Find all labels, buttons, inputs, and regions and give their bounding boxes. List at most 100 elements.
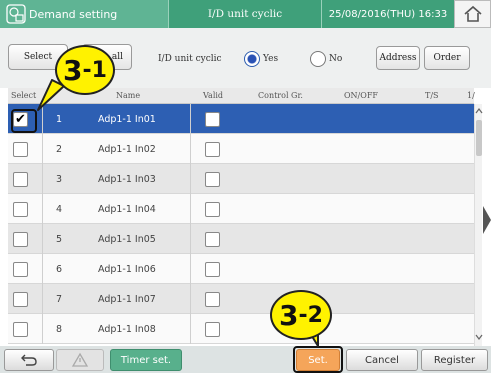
row-valid-checkbox[interactable] bbox=[205, 201, 220, 217]
callout-1-sub: -1 bbox=[82, 57, 107, 83]
col-name: Name bbox=[116, 91, 141, 100]
table-row[interactable]: 8 Adp1-1 In08 bbox=[8, 314, 474, 344]
table-scrollbar[interactable] bbox=[474, 104, 483, 346]
row-name: Adp1-1 In04 bbox=[98, 203, 156, 215]
row-number: 8 bbox=[56, 323, 63, 335]
row-number: 5 bbox=[56, 233, 63, 245]
row-name: Adp1-1 In07 bbox=[98, 293, 156, 305]
row-select-checkbox[interactable] bbox=[13, 231, 28, 247]
row-name: Adp1-1 In02 bbox=[98, 143, 156, 155]
header-bar: Demand setting I/D unit cyclic 25/08/201… bbox=[0, 0, 491, 28]
radio-yes[interactable] bbox=[244, 51, 260, 67]
home-button[interactable] bbox=[454, 0, 491, 28]
row-valid-cell bbox=[205, 254, 220, 284]
row-valid-checkbox[interactable] bbox=[205, 291, 220, 307]
row-name: Adp1-1 In01 bbox=[98, 113, 156, 125]
column-divider bbox=[42, 284, 43, 314]
alarm-button[interactable] bbox=[56, 349, 104, 371]
warning-icon bbox=[71, 352, 89, 367]
row-name: Adp1-1 In05 bbox=[98, 233, 156, 245]
row-number: 6 bbox=[56, 263, 63, 275]
table-row[interactable]: ✔ 1 Adp1-1 In01 bbox=[8, 104, 474, 134]
col-control-group: Control Gr. bbox=[258, 91, 303, 100]
register-button[interactable]: Register bbox=[421, 349, 488, 371]
row-valid-checkbox[interactable] bbox=[205, 231, 220, 247]
col-valid: Valid bbox=[203, 91, 224, 100]
header-datetime: 25/08/2016(THU) 16:33 bbox=[321, 0, 454, 28]
row-select-checkbox[interactable] bbox=[13, 141, 28, 157]
row-select-cell bbox=[13, 314, 28, 344]
column-divider bbox=[190, 104, 191, 134]
column-divider bbox=[190, 254, 191, 284]
back-button[interactable] bbox=[4, 349, 54, 371]
cancel-label: Cancel bbox=[365, 354, 399, 366]
column-divider bbox=[190, 134, 191, 164]
page-right-arrow-icon[interactable] bbox=[483, 206, 491, 234]
row-number: 2 bbox=[56, 143, 63, 155]
column-divider bbox=[42, 224, 43, 254]
radio-no-label: No bbox=[329, 54, 343, 64]
row-valid-cell bbox=[205, 134, 220, 164]
row-select-checkbox[interactable] bbox=[13, 261, 28, 277]
order-sort-button[interactable]: Order bbox=[424, 46, 470, 70]
col-on-off: ON/OFF bbox=[344, 91, 378, 100]
column-divider bbox=[42, 164, 43, 194]
col-extra: 1/ bbox=[467, 91, 475, 100]
cyclic-label: I/D unit cyclic bbox=[158, 54, 222, 64]
address-sort-button[interactable]: Address bbox=[376, 46, 420, 70]
unit-table: ✔ 1 Adp1-1 In01 2 Adp1-1 In02 3 Adp1-1 In03 4 Ad… bbox=[8, 104, 474, 346]
row-valid-checkbox[interactable] bbox=[205, 321, 220, 337]
callout-step-3-1: 3 -1 bbox=[55, 45, 115, 95]
table-row[interactable]: 3 Adp1-1 In03 bbox=[8, 164, 474, 194]
table-row[interactable]: 4 Adp1-1 In04 bbox=[8, 194, 474, 224]
row-select-checkbox[interactable] bbox=[13, 171, 28, 187]
row-valid-checkbox[interactable] bbox=[205, 261, 220, 277]
callout-2-number: 3 bbox=[279, 298, 299, 332]
order-sort-label: Order bbox=[433, 53, 461, 63]
callout-1-pointer bbox=[37, 79, 65, 111]
row-select-checkbox[interactable] bbox=[13, 291, 28, 307]
row-select-checkbox[interactable] bbox=[13, 201, 28, 217]
table-row[interactable]: 6 Adp1-1 In06 bbox=[8, 254, 474, 284]
timer-set-label: Timer set. bbox=[120, 354, 172, 366]
header-mode: I/D unit cyclic bbox=[168, 0, 321, 28]
row-select-checkbox[interactable] bbox=[13, 321, 28, 337]
footer-bar: Timer set. Set. Cancel Register bbox=[0, 346, 491, 373]
column-divider bbox=[42, 194, 43, 224]
column-divider bbox=[190, 314, 191, 344]
home-icon bbox=[463, 5, 482, 22]
register-label: Register bbox=[433, 354, 476, 366]
column-divider bbox=[190, 194, 191, 224]
radio-no[interactable] bbox=[310, 51, 326, 67]
col-ts: T/S bbox=[425, 91, 439, 100]
header-title-section: Demand setting bbox=[0, 0, 168, 28]
address-sort-label: Address bbox=[379, 53, 417, 63]
scroll-thumb[interactable] bbox=[476, 120, 482, 156]
row-valid-checkbox[interactable] bbox=[205, 111, 220, 127]
column-divider bbox=[190, 284, 191, 314]
column-divider bbox=[42, 314, 43, 344]
row-select-cell bbox=[13, 284, 28, 314]
table-row[interactable]: 5 Adp1-1 In05 bbox=[8, 224, 474, 254]
column-divider bbox=[190, 224, 191, 254]
row-valid-cell bbox=[205, 104, 220, 134]
row-valid-checkbox[interactable] bbox=[205, 141, 220, 157]
scroll-down-icon[interactable] bbox=[475, 332, 483, 342]
row-name: Adp1-1 In08 bbox=[98, 323, 156, 335]
column-divider bbox=[42, 134, 43, 164]
row-select-cell bbox=[13, 254, 28, 284]
demand-logo-icon bbox=[6, 4, 26, 24]
scroll-up-icon[interactable] bbox=[475, 106, 483, 116]
callout-2-sub: -2 bbox=[298, 302, 323, 328]
back-arrow-icon bbox=[21, 354, 37, 366]
table-row[interactable]: 7 Adp1-1 In07 bbox=[8, 284, 474, 314]
page-title: Demand setting bbox=[29, 7, 118, 21]
table-row[interactable]: 2 Adp1-1 In02 bbox=[8, 134, 474, 164]
timer-set-button[interactable]: Timer set. bbox=[110, 349, 182, 371]
row-select-cell bbox=[13, 134, 28, 164]
row-valid-checkbox[interactable] bbox=[205, 171, 220, 187]
callout-1-number: 3 bbox=[63, 53, 83, 87]
column-divider bbox=[190, 164, 191, 194]
cancel-button[interactable]: Cancel bbox=[346, 349, 418, 371]
row-valid-cell bbox=[205, 194, 220, 224]
